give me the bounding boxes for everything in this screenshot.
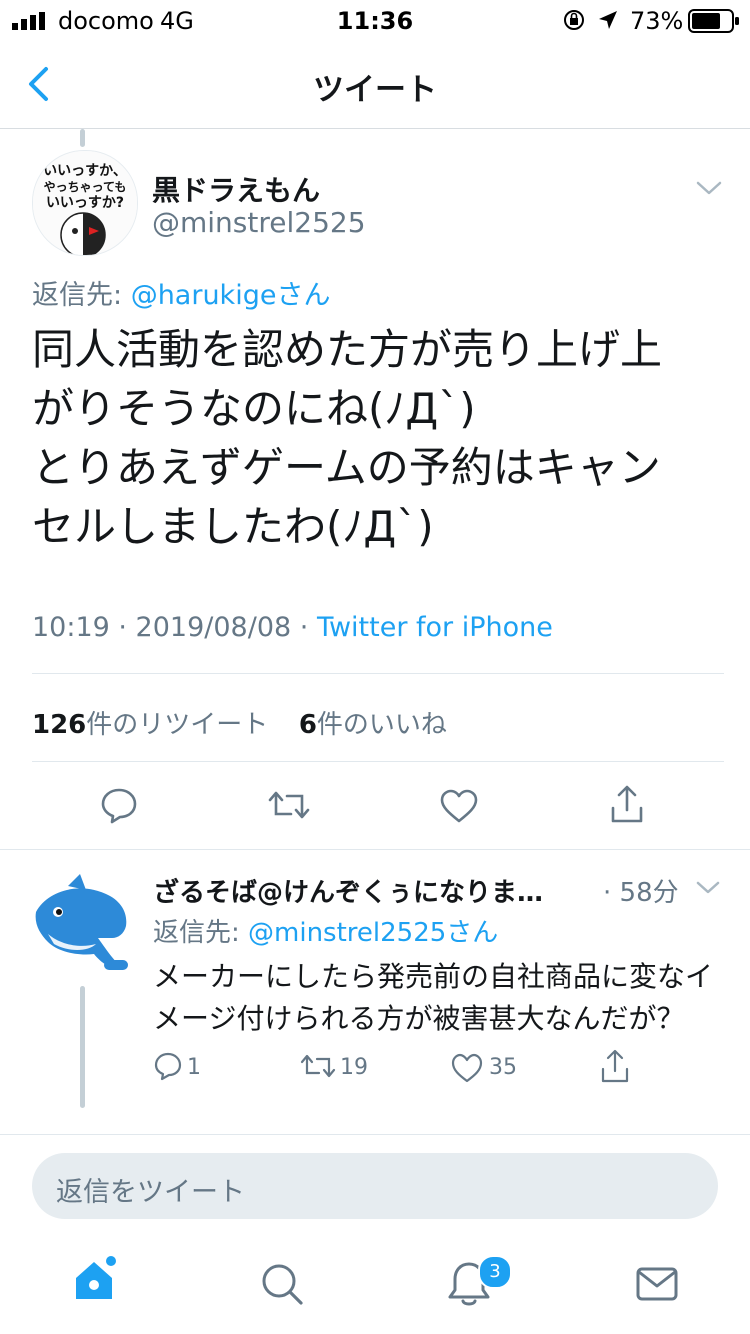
reply-to-prefix: 返信先: xyxy=(32,280,131,311)
reply-reply-count: 1 xyxy=(187,1055,201,1080)
tab-bar xyxy=(0,1240,750,1334)
reply-like-icon[interactable] xyxy=(450,1053,484,1083)
chevron-down-icon[interactable] xyxy=(696,180,722,196)
reply-like-count: 35 xyxy=(489,1055,517,1080)
thread-connector xyxy=(80,986,85,1108)
reply-to-mention[interactable]: @minstrel2525さん xyxy=(248,918,498,948)
display-name[interactable]: 黒ドラえもん xyxy=(152,169,320,209)
notification-badge: 3 xyxy=(478,1255,512,1289)
divider xyxy=(0,849,750,850)
reply-retweet-icon[interactable] xyxy=(300,1052,336,1080)
svg-text:やっちゃっても: やっちゃっても xyxy=(44,180,127,194)
reply-composer[interactable]: 返信をツイート xyxy=(32,1153,718,1219)
like-label: 件のいいね xyxy=(316,710,447,740)
reply-avatar[interactable] xyxy=(28,872,132,976)
like-count: 6 xyxy=(298,710,317,740)
retweet-icon[interactable] xyxy=(267,788,311,822)
battery-percent: 73% xyxy=(630,7,684,35)
divider xyxy=(32,761,724,762)
reply-share-icon[interactable] xyxy=(600,1049,630,1083)
tweet-text: 同人活動を認めた方が売り上げ上 がりそうなのにね(ﾉДˋ) とりあえずゲームの予… xyxy=(32,325,663,551)
location-icon xyxy=(599,11,617,29)
tweet-meta: 10:19 · 2019/08/08 · Twitter for iPhone xyxy=(32,612,553,643)
like-count-link[interactable]: 6件のいいね xyxy=(299,710,447,740)
reply-time[interactable]: · 58分 xyxy=(603,872,679,909)
reply-to-mention[interactable]: @harukigeさん xyxy=(131,280,331,311)
retweet-label: 件のリツイート xyxy=(86,710,269,740)
svg-text:いいっすか、: いいっすか、 xyxy=(43,163,127,179)
home-icon[interactable] xyxy=(72,1256,120,1304)
reply-to-prefix: 返信先: xyxy=(153,918,249,948)
reply-text: メーカーにしたら発売前の自社商品に変なイ メージ付けられる方が被害甚大なんだが？ xyxy=(153,960,714,1035)
messages-icon[interactable] xyxy=(636,1266,678,1302)
reply-icon[interactable] xyxy=(100,786,138,824)
avatar[interactable]: いいっすか、 やっちゃっても いいっすか? xyxy=(32,150,138,256)
divider xyxy=(0,1134,750,1135)
search-icon[interactable] xyxy=(260,1262,304,1306)
retweet-count: 126 xyxy=(32,710,87,740)
battery-icon xyxy=(688,9,739,33)
user-handle[interactable]: @minstrel2525 xyxy=(152,206,366,239)
thread-connector xyxy=(80,129,85,147)
like-icon[interactable] xyxy=(439,788,479,824)
reply-reply-icon[interactable] xyxy=(153,1051,183,1081)
reply-to-line: 返信先: @harukigeさん xyxy=(32,273,330,312)
share-icon[interactable] xyxy=(609,784,645,824)
orientation-lock-icon xyxy=(564,10,584,30)
reply-retweet-count: 19 xyxy=(340,1055,368,1080)
reply-composer-placeholder: 返信をツイート xyxy=(56,1177,245,1208)
status-bar: docomo 4G 11:36 73% xyxy=(0,0,750,40)
page-title: ツイート xyxy=(313,72,437,108)
divider xyxy=(32,673,724,674)
nav-bar: ツイート xyxy=(0,40,750,129)
reply-chevron-down-icon[interactable] xyxy=(696,880,720,896)
retweet-count-link[interactable]: 126件のリツイート xyxy=(32,710,268,740)
tweet-source[interactable]: Twitter for iPhone xyxy=(317,612,553,643)
engagement-counts: 126件のリツイート 6件のいいね xyxy=(32,704,447,741)
reply-display-name[interactable]: ざるそば@けんぞくぅになりま… xyxy=(153,872,593,909)
svg-text:いいっすか?: いいっすか? xyxy=(46,195,124,211)
tweet-timestamp: 10:19 · 2019/08/08 · xyxy=(32,612,317,643)
reply-reply-to-line: 返信先: @minstrel2525さん xyxy=(153,912,498,949)
